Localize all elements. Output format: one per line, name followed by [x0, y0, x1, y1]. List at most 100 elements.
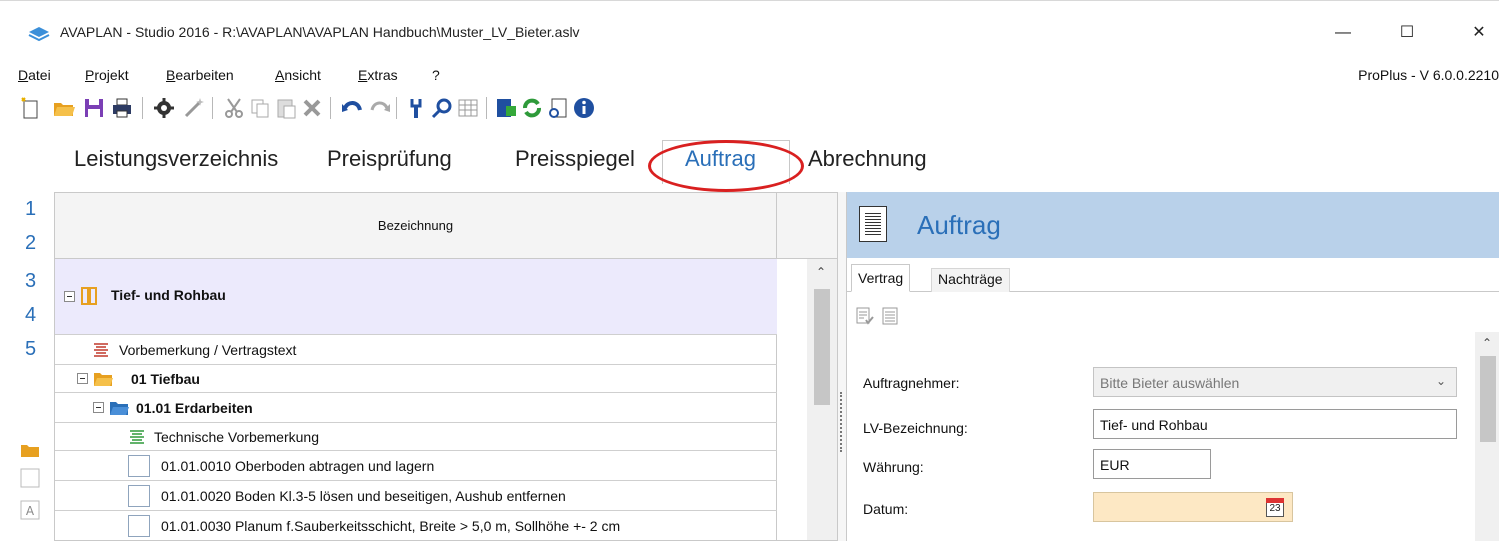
save-icon[interactable] — [82, 96, 106, 120]
collapse-toggle[interactable] — [77, 373, 88, 384]
subtab-nachtraege[interactable]: Nachträge — [931, 268, 1010, 292]
info-icon[interactable] — [572, 96, 596, 120]
refresh-icon[interactable] — [520, 96, 544, 120]
toolbar-separator — [142, 97, 143, 119]
menu-datei[interactable]: Datei — [18, 67, 51, 83]
waehrung-label: Währung: — [863, 459, 924, 475]
tools-icon[interactable] — [404, 96, 428, 120]
delete-icon[interactable] — [300, 96, 324, 120]
settings-gear-icon[interactable] — [152, 96, 176, 120]
tree-row-position[interactable]: 01.01.0020 Boden Kl.3-5 lösen und beseit… — [55, 481, 777, 511]
blank-item-icon[interactable] — [20, 468, 40, 488]
folder-icon — [94, 373, 113, 386]
datum-input[interactable]: 23 — [1093, 492, 1293, 522]
panel-header: Auftrag — [847, 192, 1499, 258]
auftrag-panel: Auftrag Vertrag Nachträge Auftragnehmer:… — [846, 192, 1499, 541]
close-button[interactable]: ✕ — [1456, 19, 1499, 47]
tab-preisspiegel[interactable]: Preisspiegel — [515, 146, 635, 172]
table-icon[interactable] — [456, 96, 480, 120]
menu-extras[interactable]: Extras — [358, 67, 398, 83]
toolbar-separator — [212, 97, 213, 119]
paste-icon[interactable] — [274, 96, 298, 120]
document-view-icon[interactable] — [546, 96, 570, 120]
minimize-button[interactable]: — — [1320, 19, 1366, 47]
toolbar-separator — [330, 97, 331, 119]
tab-abrechnung[interactable]: Abrechnung — [808, 146, 927, 172]
tree-row-label: 01.01.0010 Oberboden abtragen und lagern — [161, 458, 435, 474]
tree-row-erdarbeiten[interactable]: 01.01 Erdarbeiten — [55, 393, 777, 423]
tree-row-tiefbau[interactable]: 01 Tiefbau — [55, 365, 777, 393]
scrollbar-thumb[interactable] — [1480, 356, 1496, 442]
menu-ansicht[interactable]: Ansicht — [275, 67, 321, 83]
lv-tree-grid: Bezeichnung Tief- und Rohbau Vorbemerkun… — [54, 192, 838, 541]
tree-row-position[interactable]: 01.01.0030 Planum f.Sauberkeitsschicht, … — [55, 511, 777, 540]
tab-preispruefung[interactable]: Preisprüfung — [327, 146, 452, 172]
level-3-button[interactable]: 3 — [25, 270, 36, 293]
tree-row-label: Vorbemerkung / Vertragstext — [119, 342, 297, 358]
new-icon[interactable] — [18, 96, 42, 120]
collapse-toggle[interactable] — [93, 402, 104, 413]
subtab-vertrag[interactable]: Vertrag — [851, 264, 911, 292]
scrollbar-thumb[interactable] — [814, 289, 830, 405]
folder-blue-icon — [110, 402, 129, 415]
text-lines-green-icon — [130, 430, 144, 444]
open-folder-icon[interactable] — [52, 96, 76, 120]
panel-vertical-scrollbar[interactable]: ⌃ — [1475, 332, 1499, 541]
maximize-button[interactable]: ☐ — [1384, 19, 1430, 47]
wand-icon[interactable] — [182, 96, 206, 120]
tree-row-label: 01.01.0030 Planum f.Sauberkeitsschicht, … — [161, 518, 621, 534]
text-item-icon[interactable]: A — [20, 500, 40, 520]
splitter-grip[interactable] — [840, 392, 842, 452]
toolbar-separator — [396, 97, 397, 119]
check-list-icon[interactable] — [855, 306, 875, 326]
lv-bezeichnung-input[interactable]: Tief- und Rohbau — [1093, 409, 1457, 439]
tree-row-label: 01 Tiefbau — [131, 371, 200, 387]
level-5-button[interactable]: 5 — [25, 338, 36, 361]
panel-subtabs: Vertrag Nachträge — [847, 264, 1499, 292]
column-header-bezeichnung[interactable]: Bezeichnung — [55, 193, 777, 259]
menu-projekt[interactable]: Projekt — [85, 67, 129, 83]
waehrung-input[interactable]: EUR — [1093, 449, 1211, 479]
export-icon[interactable] — [494, 96, 518, 120]
chevron-down-icon: ⌄ — [1435, 374, 1446, 388]
position-icon — [128, 455, 150, 477]
tree-row-position[interactable]: 01.01.0010 Oberboden abtragen und lagern — [55, 451, 777, 481]
collapse-toggle[interactable] — [64, 291, 75, 302]
window-title: AVAPLAN - Studio 2016 - R:\AVAPLAN\AVAPL… — [60, 24, 580, 40]
level-selector: 1 2 3 4 5 A — [0, 192, 50, 541]
tree-row-vorbemerkung[interactable]: Vorbemerkung / Vertragstext — [55, 335, 777, 365]
calendar-icon[interactable]: 23 — [1266, 498, 1284, 517]
search-icon[interactable] — [430, 96, 454, 120]
tab-leistungsverzeichnis[interactable]: Leistungsverzeichnis — [74, 146, 278, 172]
tree-row-label: 01.01.0020 Boden Kl.3-5 lösen und beseit… — [161, 488, 566, 504]
folder-icon[interactable] — [20, 440, 40, 460]
level-1-button[interactable]: 1 — [25, 198, 36, 221]
text-lines-red-icon — [94, 343, 108, 357]
panel-title: Auftrag — [917, 210, 1001, 240]
menu-bar: Datei Projekt Bearbeiten Ansicht Extras … — [0, 63, 1499, 87]
list-icon[interactable] — [881, 306, 901, 326]
panel-splitter[interactable] — [838, 192, 846, 541]
level-4-button[interactable]: 4 — [25, 304, 36, 327]
tree-vertical-scrollbar[interactable]: ⌃ — [807, 259, 837, 540]
menu-help[interactable]: ? — [432, 67, 440, 83]
tree-row-technische-vorbemerkung[interactable]: Technische Vorbemerkung — [55, 423, 777, 451]
position-icon — [128, 485, 150, 507]
menu-bearbeiten[interactable]: Bearbeiten — [166, 67, 234, 83]
app-logo-icon — [28, 27, 50, 42]
copy-icon[interactable] — [248, 96, 272, 120]
redo-icon[interactable] — [368, 96, 392, 120]
auftragnehmer-select[interactable]: Bitte Bieter auswählen ⌄ — [1093, 367, 1457, 397]
lv-bezeichnung-label: LV-Bezeichnung: — [863, 420, 968, 436]
project-icon — [81, 287, 97, 305]
level-2-button[interactable]: 2 — [25, 232, 36, 255]
undo-icon[interactable] — [340, 96, 364, 120]
svg-text:A: A — [26, 504, 35, 518]
scroll-up-arrow-icon[interactable]: ⌃ — [1482, 336, 1492, 350]
scroll-up-arrow-icon[interactable]: ⌃ — [816, 265, 826, 279]
tree-row-root[interactable]: Tief- und Rohbau — [55, 259, 777, 335]
print-icon[interactable] — [110, 96, 134, 120]
cut-icon[interactable] — [222, 96, 246, 120]
waehrung-value: EUR — [1100, 457, 1130, 473]
tree-row-label: Technische Vorbemerkung — [154, 429, 319, 445]
